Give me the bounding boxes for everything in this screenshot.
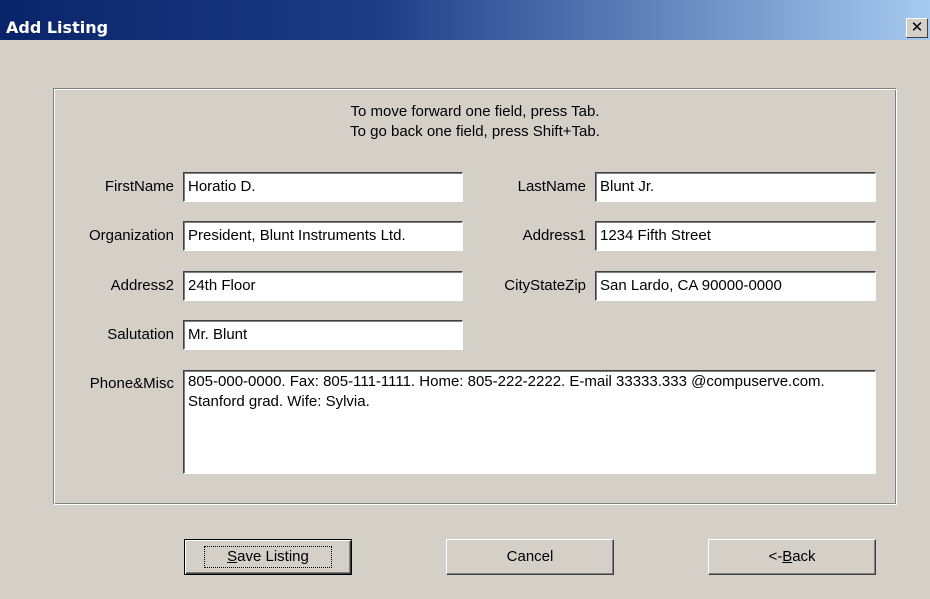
instructions: To move forward one field, press Tab. To… bbox=[53, 102, 897, 142]
organization-field[interactable]: President, Blunt Instruments Ltd. bbox=[183, 221, 463, 251]
back-label: <-Back bbox=[768, 548, 816, 565]
phonemisc-textarea[interactable]: 805-000-0000. Fax: 805-111-1111. Home: 8… bbox=[183, 370, 876, 474]
citystatezip-field[interactable]: San Lardo, CA 90000-0000 bbox=[595, 271, 876, 301]
add-listing-dialog: Add Listing ✕ To move forward one field,… bbox=[0, 0, 930, 599]
title-bar[interactable]: Add Listing ✕ bbox=[0, 0, 930, 40]
lastname-label: LastName bbox=[517, 178, 586, 195]
close-button[interactable]: ✕ bbox=[906, 18, 928, 38]
cancel-button[interactable]: Cancel bbox=[446, 539, 614, 575]
address2-field[interactable]: 24th Floor bbox=[183, 271, 463, 301]
address1-label: Address1 bbox=[522, 227, 586, 244]
save-listing-label: Save Listing bbox=[204, 546, 332, 568]
close-icon: ✕ bbox=[910, 18, 924, 36]
address1-field[interactable]: 1234 Fifth Street bbox=[595, 221, 876, 251]
firstname-label: FirstName bbox=[104, 178, 174, 195]
citystatezip-label: CityStateZip bbox=[504, 277, 586, 294]
firstname-field[interactable]: Horatio D. bbox=[183, 172, 463, 202]
salutation-field[interactable]: Mr. Blunt bbox=[183, 320, 463, 350]
instruction-line-2: To go back one field, press Shift+Tab. bbox=[350, 123, 600, 140]
window-title: Add Listing bbox=[6, 18, 109, 37]
save-listing-button[interactable]: Save Listing bbox=[184, 539, 352, 575]
cancel-label: Cancel bbox=[506, 548, 554, 565]
instruction-line-1: To move forward one field, press Tab. bbox=[350, 103, 600, 120]
dialog-client-area: To move forward one field, press Tab. To… bbox=[0, 40, 930, 599]
lastname-field[interactable]: Blunt Jr. bbox=[595, 172, 876, 202]
phonemisc-label: Phone&Misc bbox=[89, 375, 174, 392]
salutation-label: Salutation bbox=[107, 326, 174, 343]
organization-label: Organization bbox=[88, 227, 174, 244]
address2-label: Address2 bbox=[110, 277, 174, 294]
back-button[interactable]: <-Back bbox=[708, 539, 876, 575]
